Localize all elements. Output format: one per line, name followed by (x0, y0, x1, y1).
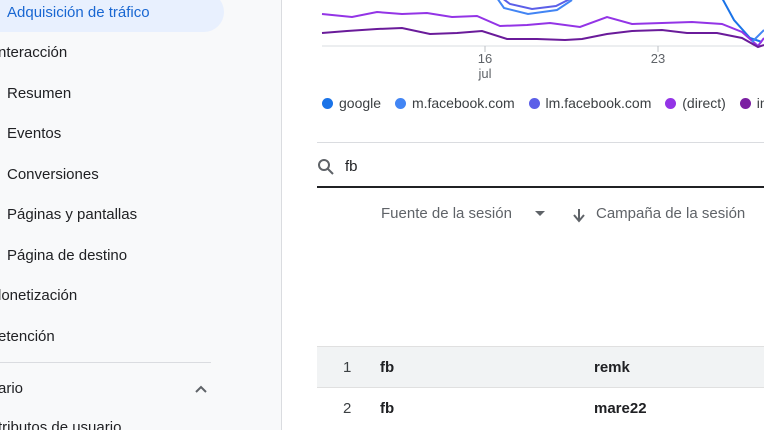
line-chart: 16 jul 23 (321, 0, 764, 81)
x-tick-label: jul (477, 66, 491, 81)
chevron-up-icon[interactable] (193, 381, 209, 397)
chart-legend: google m.facebook.com lm.facebook.com (d… (322, 95, 764, 113)
x-tick-label: 23 (651, 51, 665, 66)
dropdown-arrow-icon[interactable] (534, 210, 546, 218)
search-icon (318, 159, 334, 175)
main-content: 16 jul 23 google m.facebook.com lm.faceb… (282, 0, 764, 430)
column-header-session-campaign[interactable]: Campaña de la sesión (596, 205, 745, 222)
legend-label: m.facebook.com (411, 95, 515, 111)
legend-label: (direct) (682, 95, 726, 111)
sidebar-divider (0, 362, 211, 363)
legend-item[interactable]: m.facebook.com (394, 95, 515, 111)
sidebar-item-user-attributes[interactable]: tributos de usuario (0, 419, 121, 430)
legend-dot (528, 97, 540, 109)
legend-item[interactable]: google (322, 95, 381, 111)
legend-label: google (339, 95, 382, 111)
legend-label: lm.facebook.com (545, 95, 652, 111)
sidebar-section-engagement[interactable]: nteracción (0, 44, 67, 61)
legend-item[interactable]: (direct) (665, 95, 726, 111)
row-number: 1 (343, 359, 352, 376)
table-row[interactable]: 2 fb mare22 (317, 387, 764, 429)
sidebar-item-landing-page[interactable]: Página de destino (7, 247, 127, 264)
cell-session-campaign: mare22 (594, 400, 647, 417)
sidebar-nav: Adquisición de tráfico nteracción Resume… (0, 0, 282, 430)
table-search-bar (317, 148, 764, 188)
legend-label: inst (756, 95, 764, 111)
legend-item[interactable]: lm.facebook.com (528, 95, 652, 111)
sidebar-section-monetization[interactable]: lonetización (0, 287, 77, 304)
cell-session-source: fb (380, 359, 395, 376)
sidebar-section-user[interactable]: ario (0, 380, 23, 397)
sidebar-section-retention[interactable]: etención (0, 328, 55, 345)
sidebar-item-events[interactable]: Eventos (7, 125, 61, 142)
cell-session-campaign: remk (594, 359, 630, 376)
sidebar-item-overview[interactable]: Resumen (7, 85, 71, 102)
legend-item[interactable]: inst (739, 95, 764, 111)
legend-dot (665, 97, 677, 109)
legend-dot (322, 97, 333, 109)
table-row[interactable]: 1 fb remk (317, 346, 764, 388)
section-divider (317, 142, 764, 143)
column-header-session-source[interactable]: Fuente de la sesión (381, 205, 512, 222)
series-line-inst (321, 26, 764, 49)
sidebar-item-traffic-acquisition[interactable]: Adquisición de tráfico (7, 4, 150, 21)
search-input[interactable] (345, 155, 745, 177)
legend-dot (394, 97, 406, 109)
legend-dot (739, 97, 751, 109)
sort-descending-icon[interactable] (572, 207, 586, 223)
sidebar-item-pages-screens[interactable]: Páginas y pantallas (7, 206, 137, 223)
sidebar-item-conversions[interactable]: Conversiones (7, 166, 99, 183)
cell-session-source: fb (380, 400, 395, 417)
x-tick-label: 16 (478, 51, 492, 66)
row-number: 2 (343, 400, 352, 417)
